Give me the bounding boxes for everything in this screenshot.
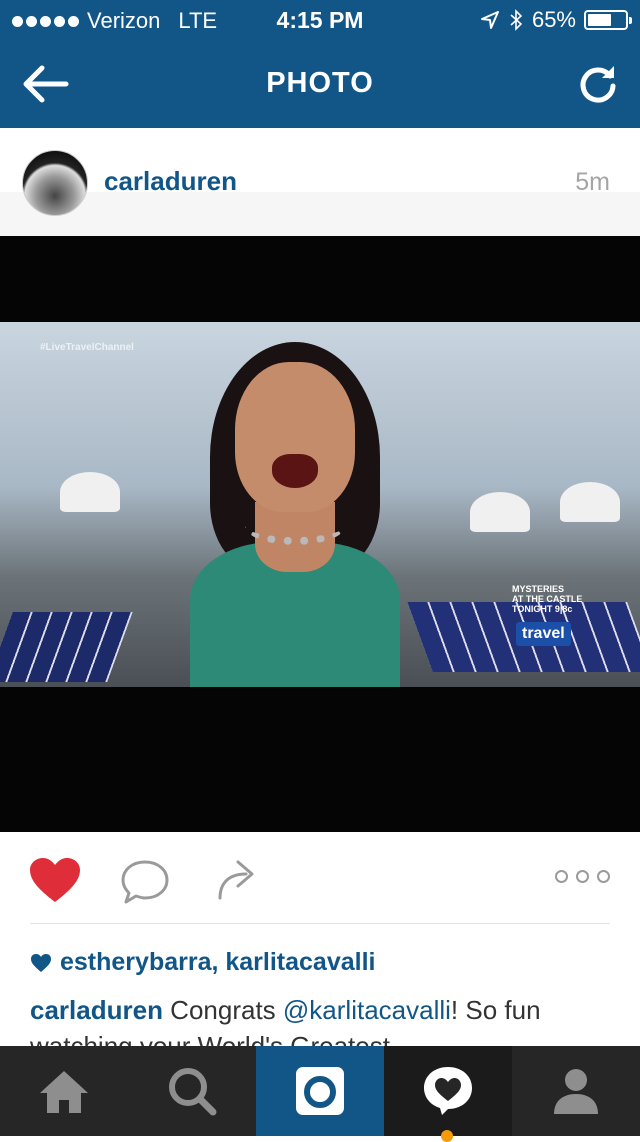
heart-filled-icon [30,858,80,902]
post-photo[interactable]: #LiveTravelChannel MYSTERIES AT THE CAST… [0,236,640,832]
tv-screen: #LiveTravelChannel MYSTERIES AT THE CAST… [0,322,640,687]
refresh-button[interactable] [576,62,620,106]
divider [30,923,610,924]
news-icon [424,1067,472,1115]
tab-home[interactable] [0,1046,128,1136]
likes-line: estherybarra, karlitacavalli [30,948,375,977]
search-icon [169,1068,217,1116]
share-button[interactable] [214,856,262,904]
notification-dot [441,1130,453,1142]
photo-hashtag: #LiveTravelChannel [40,342,134,353]
dot-icon [555,870,568,883]
tab-profile[interactable] [512,1046,640,1136]
caption-text: Congrats [162,995,283,1025]
tab-bar [0,1046,640,1142]
battery-percent: 65% [531,7,576,32]
battery-icon [584,10,632,30]
status-bar: Verizon LTE 4:15 PM 65% [0,0,640,40]
post-username[interactable]: carladuren [104,166,237,197]
bluetooth-icon [510,9,523,31]
post-actions [0,832,640,924]
tab-news[interactable] [384,1046,512,1142]
tab-camera[interactable] [256,1046,384,1136]
location-icon [480,11,499,29]
travel-logo: travel [516,622,571,646]
more-options-button[interactable] [555,870,610,883]
post-time: 5m [575,168,610,196]
nav-bar: PHOTO [0,40,640,128]
home-icon [40,1071,88,1113]
caption-username[interactable]: carladuren [30,995,163,1025]
comment-bubble-icon [121,860,169,904]
photo-promo: MYSTERIES AT THE CASTLE TONIGHT 9|8c [512,584,583,614]
likers-text[interactable]: estherybarra, karlitacavalli [60,948,375,977]
photo-subject [150,342,450,687]
avatar[interactable] [22,150,88,216]
profile-icon [554,1069,598,1114]
page-title: PHOTO [266,67,374,99]
refresh-icon [580,66,616,103]
post-header: carladuren 5m [0,128,640,236]
caption-mention[interactable]: @karlitacavalli [283,995,451,1025]
header-bar: Verizon LTE 4:15 PM 65% PHOTO [0,0,640,128]
camera-icon [296,1067,344,1115]
small-heart-icon [31,953,51,972]
like-button[interactable] [28,856,82,904]
share-arrow-icon [218,860,254,900]
dot-icon [576,870,589,883]
dot-icon [597,870,610,883]
comment-button[interactable] [120,858,170,906]
tab-search[interactable] [128,1046,256,1136]
